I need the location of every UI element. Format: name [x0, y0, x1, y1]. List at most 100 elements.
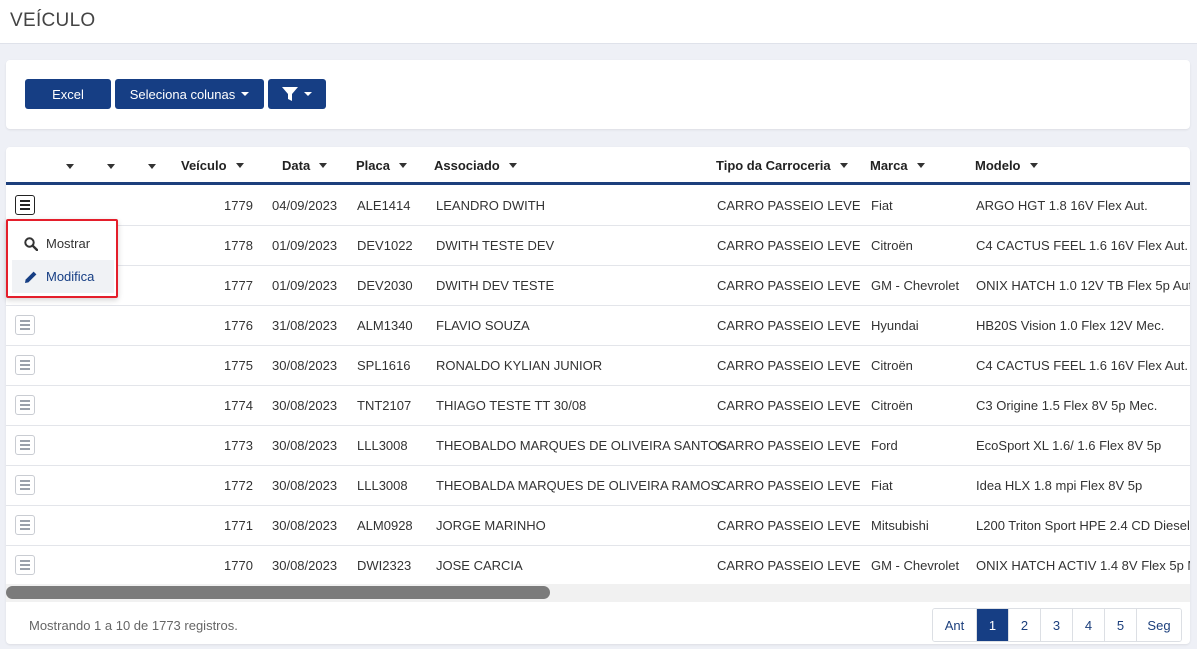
table-header: Veículo Data Placa Associado Tipo da Car…: [6, 147, 1190, 185]
column-header-label: Tipo da Carroceria: [716, 158, 831, 173]
table-row[interactable]: 1777 01/09/2023 DEV2030 DWITH DEV TESTE CARR…: [6, 266, 1190, 306]
cell-tipo-carroceria: CARRO PASSEIO LEVE: [717, 518, 861, 533]
select-columns-button[interactable]: Seleciona colunas: [115, 79, 264, 109]
cell-tipo-carroceria: CARRO PASSEIO LEVE: [717, 478, 861, 493]
column-header-placa[interactable]: Placa: [356, 158, 407, 173]
chevron-down-icon: [304, 92, 312, 96]
cell-data: 30/08/2023: [272, 438, 338, 453]
row-menu-icon[interactable]: [15, 315, 35, 335]
cell-modelo: Idea HLX 1.8 mpi Flex 8V 5p: [976, 478, 1143, 493]
row-menu-icon[interactable]: [15, 395, 35, 415]
table-row[interactable]: 1778 01/09/2023 DEV1022 DWITH TESTE DEV CARR…: [6, 226, 1190, 266]
sort-caret-icon[interactable]: [66, 164, 74, 169]
pagination-page-2[interactable]: 2: [1009, 609, 1041, 641]
cell-modelo: C4 CACTUS FEEL 1.6 16V Flex Aut.: [976, 238, 1188, 253]
cell-tipo-carroceria: CARRO PASSEIO LEVE: [717, 318, 861, 333]
table-row[interactable]: 1772 30/08/2023 LLL3008 THEOBALDA MARQUES D…: [6, 466, 1190, 506]
cell-modelo: ONIX HATCH 1.0 12V TB Flex 5p Aut.: [976, 278, 1190, 293]
page-header: VEÍCULO: [0, 0, 1197, 44]
table-row[interactable]: 1774 30/08/2023 TNT2107 THIAGO TESTE TT 30/…: [6, 386, 1190, 426]
table-row[interactable]: 1770 30/08/2023 DWI2323 JOSE CARCIA CARRO PA…: [6, 546, 1190, 586]
cell-tipo-carroceria: CARRO PASSEIO LEVE: [717, 558, 861, 573]
scrollbar-thumb[interactable]: [6, 586, 550, 599]
table-row[interactable]: 1779 04/09/2023 ALE1414 LEANDRO DWITH CARRO …: [6, 186, 1190, 226]
sort-caret-icon: [319, 163, 328, 168]
cell-associado: RONALDO KYLIAN JUNIOR: [436, 358, 603, 373]
cell-data: 30/08/2023: [272, 478, 338, 493]
table-info: Mostrando 1 a 10 de 1773 registros.: [29, 618, 238, 633]
cell-data: 04/09/2023: [272, 198, 338, 213]
row-menu-icon[interactable]: [15, 515, 35, 535]
cell-placa: LLL3008: [357, 438, 408, 453]
row-menu-icon[interactable]: [15, 435, 35, 455]
sort-caret-icon: [839, 163, 848, 168]
sort-caret-icon: [398, 163, 407, 168]
cell-marca: Ford: [871, 438, 898, 453]
table-row[interactable]: 1776 31/08/2023 ALM1340 FLAVIO SOUZA CARRO P…: [6, 306, 1190, 346]
sort-caret-icon[interactable]: [148, 164, 156, 169]
column-header-marca[interactable]: Marca: [870, 158, 925, 173]
context-menu-show-label: Mostrar: [46, 236, 91, 251]
cell-modelo: EcoSport XL 1.6/ 1.6 Flex 8V 5p: [976, 438, 1162, 453]
pagination-page-5[interactable]: 5: [1105, 609, 1137, 641]
toolbar: Excel Seleciona colunas: [6, 60, 1190, 129]
column-header-modelo[interactable]: Modelo: [975, 158, 1038, 173]
cell-placa: ALM0928: [357, 518, 413, 533]
cell-modelo: ARGO HGT 1.8 16V Flex Aut.: [976, 198, 1148, 213]
pagination: Ant 1 2 3 4 5 Seg: [932, 608, 1182, 642]
cell-associado: DWITH TESTE DEV: [436, 238, 555, 253]
cell-placa: LLL3008: [357, 478, 408, 493]
column-header-label: Placa: [356, 158, 390, 173]
cell-marca: Mitsubishi: [871, 518, 929, 533]
cell-marca: Citroën: [871, 238, 913, 253]
cell-data: 30/08/2023: [272, 558, 338, 573]
column-header-label: Marca: [870, 158, 908, 173]
column-header-data[interactable]: Data: [282, 158, 328, 173]
sort-caret-icon[interactable]: [107, 164, 115, 169]
filter-button[interactable]: [268, 79, 326, 109]
horizontal-scrollbar[interactable]: [6, 584, 1190, 602]
cell-marca: Fiat: [871, 198, 893, 213]
row-menu-icon[interactable]: [15, 475, 35, 495]
context-menu-edit[interactable]: Modifica: [12, 260, 114, 293]
pagination-page-4[interactable]: 4: [1073, 609, 1105, 641]
filter-icon: [282, 86, 298, 101]
cell-data: 30/08/2023: [272, 398, 338, 413]
pagination-prev-button[interactable]: Ant: [933, 609, 977, 641]
search-icon: [24, 236, 38, 251]
cell-marca: GM - Chevrolet: [871, 278, 960, 293]
row-menu-icon[interactable]: [15, 355, 35, 375]
row-context-menu: Mostrar Modifica: [6, 219, 118, 298]
cell-associado: JOSE CARCIA: [436, 558, 523, 573]
context-menu-edit-label: Modifica: [46, 269, 95, 284]
cell-placa: DEV1022: [357, 238, 413, 253]
cell-tipo-carroceria: CARRO PASSEIO LEVE: [717, 278, 861, 293]
cell-placa: ALE1414: [357, 198, 411, 213]
cell-marca: Citroën: [871, 358, 913, 373]
cell-veiculo: 1773: [224, 438, 253, 453]
cell-tipo-carroceria: CARRO PASSEIO LEVE: [717, 238, 861, 253]
context-menu-show[interactable]: Mostrar: [12, 227, 114, 260]
cell-data: 30/08/2023: [272, 518, 338, 533]
row-menu-icon[interactable]: [15, 195, 35, 215]
chevron-down-icon: [241, 92, 250, 96]
table-row[interactable]: 1771 30/08/2023 ALM0928 JORGE MARINHO CARRO …: [6, 506, 1190, 546]
cell-tipo-carroceria: CARRO PASSEIO LEVE: [717, 358, 861, 373]
column-header-tipo-carroceria[interactable]: Tipo da Carroceria: [716, 158, 848, 173]
cell-modelo: ONIX HATCH ACTIV 1.4 8V Flex 5p Mec.: [976, 558, 1190, 573]
cell-marca: GM - Chevrolet: [871, 558, 960, 573]
pencil-icon: [25, 271, 37, 283]
table-row[interactable]: 1775 30/08/2023 SPL1616 RONALDO KYLIAN JUNI…: [6, 346, 1190, 386]
pagination-page-1[interactable]: 1: [977, 609, 1009, 641]
row-menu-icon[interactable]: [15, 555, 35, 575]
pagination-next-button[interactable]: Seg: [1137, 609, 1181, 641]
cell-marca: Citroën: [871, 398, 913, 413]
column-header-veiculo[interactable]: Veículo: [181, 158, 244, 173]
table-row[interactable]: 1773 30/08/2023 LLL3008 THEOBALDO MARQUES D…: [6, 426, 1190, 466]
cell-tipo-carroceria: CARRO PASSEIO LEVE: [717, 198, 861, 213]
cell-placa: SPL1616: [357, 358, 411, 373]
excel-button[interactable]: Excel: [25, 79, 111, 109]
cell-modelo: C3 Origine 1.5 Flex 8V 5p Mec.: [976, 398, 1158, 413]
column-header-associado[interactable]: Associado: [434, 158, 517, 173]
pagination-page-3[interactable]: 3: [1041, 609, 1073, 641]
